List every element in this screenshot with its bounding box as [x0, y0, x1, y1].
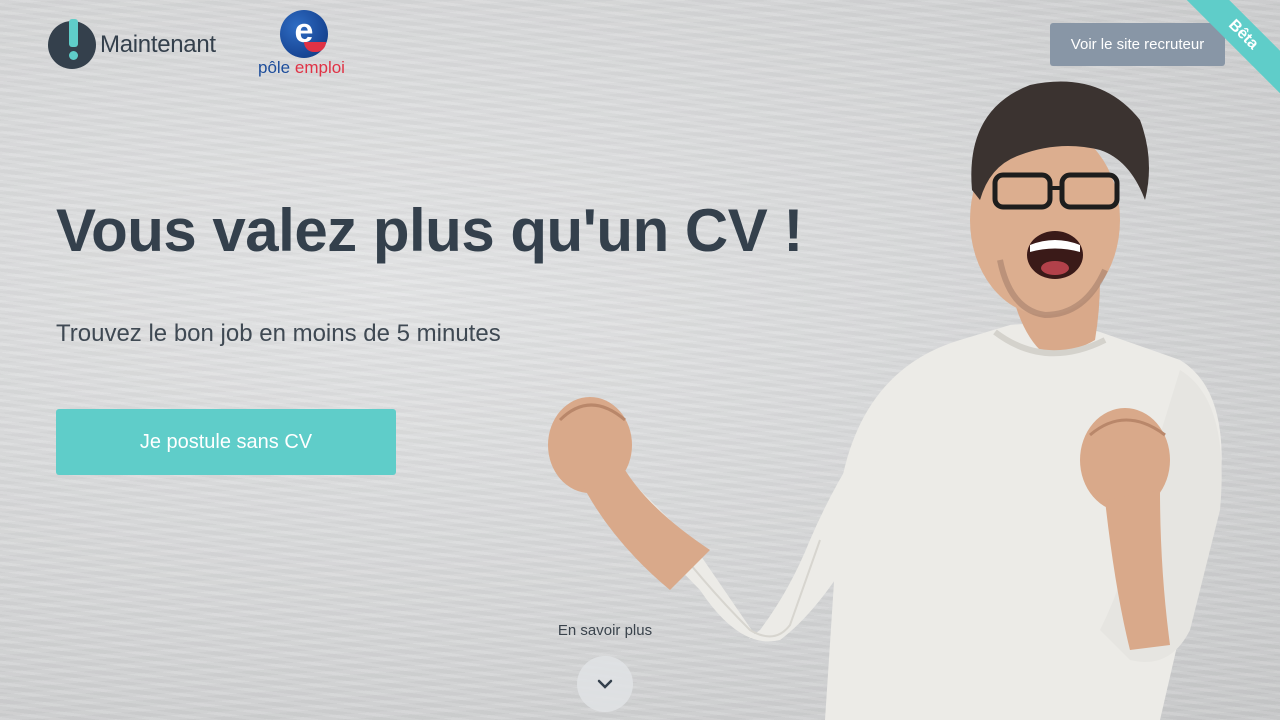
beta-ribbon: Bêta [1180, 0, 1280, 100]
pole-emploi-wordmark: pôle emploi [258, 58, 345, 77]
hero-subheadline: Trouvez le bon job en moins de 5 minutes [56, 320, 501, 347]
pole-emploi-logo[interactable]: e pôle emploi [258, 10, 348, 80]
brand-name: Maintenant [100, 31, 216, 58]
landing-page: Maintenant e pôle emploi Voir le site re… [0, 0, 1280, 720]
pole-emploi-icon: e [280, 10, 328, 58]
scroll-down-button[interactable] [577, 656, 633, 712]
apply-without-cv-button[interactable]: Je postule sans CV [56, 409, 396, 475]
learn-more-label[interactable]: En savoir plus [540, 622, 670, 639]
chevron-down-icon [597, 679, 613, 689]
hero-headline: Vous valez plus qu'un CV ! [56, 197, 803, 264]
exclamation-logo-icon [48, 19, 96, 69]
beta-label: Bêta [1180, 0, 1280, 99]
maintenant-logo[interactable]: Maintenant [48, 19, 216, 70]
